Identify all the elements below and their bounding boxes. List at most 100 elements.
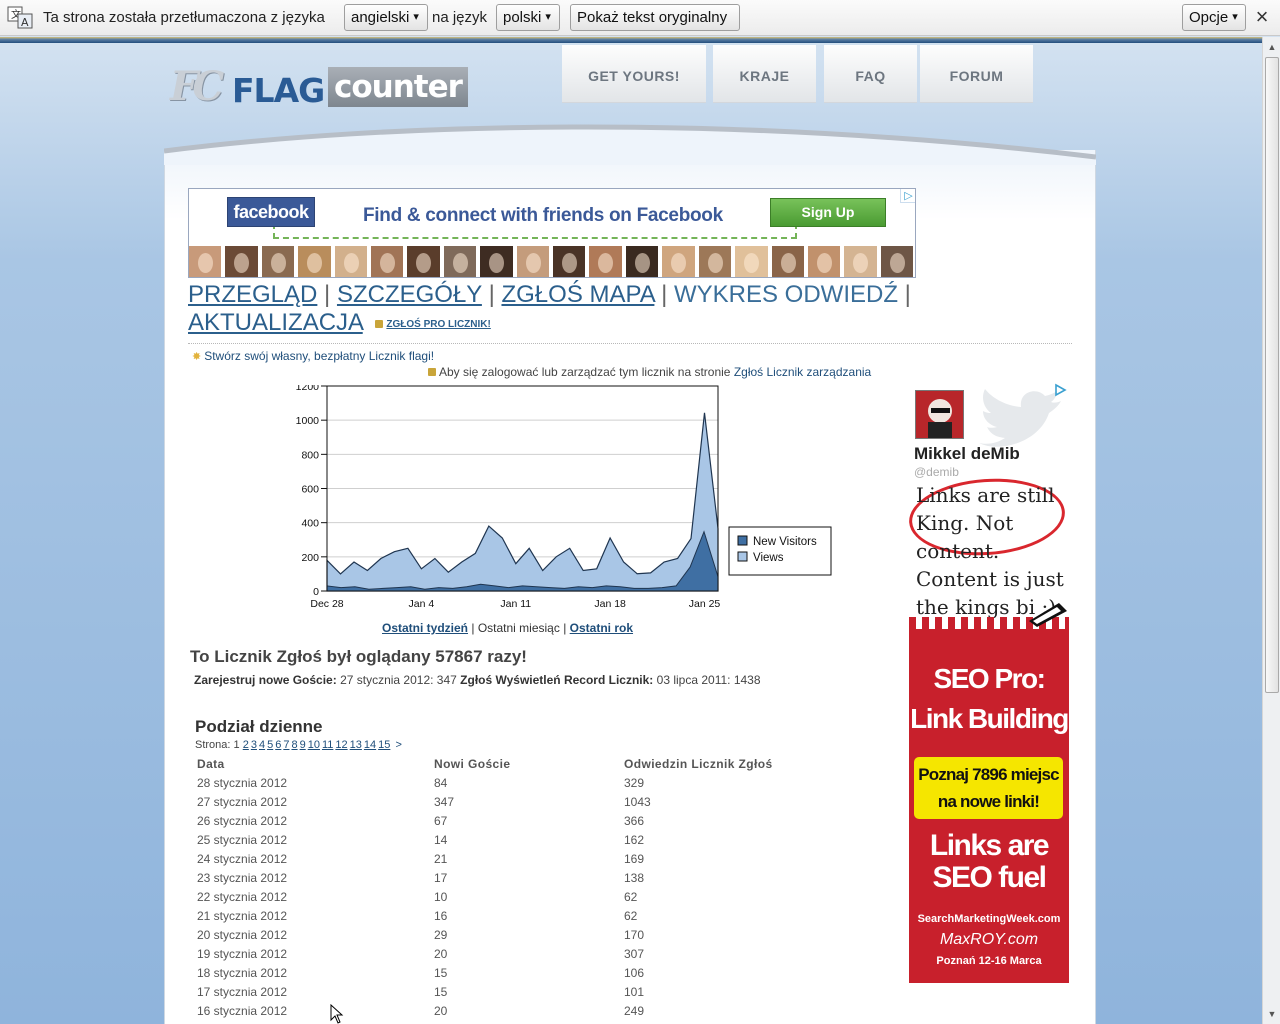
table-row: 26 stycznia 2012 67 366 xyxy=(197,812,877,831)
ad-choices-icon[interactable]: ▷ xyxy=(900,189,915,203)
logo-fc-mark: FC xyxy=(170,63,224,110)
period-separator: | xyxy=(471,621,475,635)
table-row: 17 stycznia 2012 15 101 xyxy=(197,983,877,1002)
cell-views: 169 xyxy=(624,852,645,866)
subnav-zglos-mapa[interactable]: ZGŁOŚ MAPA xyxy=(501,281,654,308)
next-page-link[interactable]: > xyxy=(395,739,401,751)
ad-cta-box[interactable]: Poznaj 7896 miejsc na nowe linki! xyxy=(914,757,1063,819)
record-visitors-value: 27 stycznia 2012: 347 xyxy=(340,673,457,687)
face-photo xyxy=(771,246,804,277)
page-link[interactable]: 2 xyxy=(243,739,249,751)
manage-counter-link[interactable]: Zgłoś Licznik zarządzania xyxy=(734,365,871,379)
subnav-szczegoly[interactable]: SZCZEGÓŁY xyxy=(337,281,482,308)
last-year-link[interactable]: Ostatni rok xyxy=(570,621,633,635)
to-language-select[interactable]: polski xyxy=(496,4,560,31)
cell-new-visitors: 15 xyxy=(434,966,448,980)
nav-faq[interactable]: FAQ xyxy=(824,45,917,103)
x-tick-label: Jan 18 xyxy=(594,598,626,610)
x-tick-label: Jan 25 xyxy=(689,598,721,610)
pagination: Strona: 1 2 3 4 5 6 7 8 9 10 11 12 13 14 15 > xyxy=(195,739,404,751)
subnav-aktualizacja[interactable]: AKTUALIZACJA xyxy=(188,309,363,336)
table-row: 23 stycznia 2012 17 138 xyxy=(197,869,877,888)
page-link[interactable]: 4 xyxy=(259,739,265,751)
x-axis-labels: Dec 28 Jan 4 Jan 11 Jan 18 Jan 25 xyxy=(310,598,720,610)
page-link[interactable]: 9 xyxy=(300,739,306,751)
legend-new-visitors-swatch xyxy=(737,535,748,546)
ad-faces-strip xyxy=(189,246,915,277)
page-link[interactable]: 3 xyxy=(251,739,257,751)
scroll-down-icon[interactable]: ▼ xyxy=(1265,1007,1279,1021)
page-link[interactable]: 12 xyxy=(335,739,347,751)
page-link[interactable]: 14 xyxy=(364,739,376,751)
cell-new-visitors: 20 xyxy=(434,947,448,961)
options-select[interactable]: Opcje xyxy=(1182,4,1246,31)
translate-prefix: Ta strona została przetłumaczona z język… xyxy=(43,9,325,26)
page-link[interactable]: 8 xyxy=(291,739,297,751)
scroll-up-icon[interactable]: ▲ xyxy=(1265,40,1279,54)
page-link[interactable]: 7 xyxy=(283,739,289,751)
ad-links-are: Links are xyxy=(929,829,1050,862)
show-original-button[interactable]: Pokaż tekst oryginalny xyxy=(570,4,740,31)
face-photo xyxy=(880,246,914,277)
logo-flag-text: FLAG xyxy=(232,71,325,110)
scroll-thumb[interactable] xyxy=(1265,57,1279,693)
author-name: Mikkel deMib xyxy=(914,444,1020,463)
create-counter-link[interactable]: Stwórz swój własny, bezpłatny Licznik fl… xyxy=(204,349,434,363)
chart-legend: New Visitors Views xyxy=(728,526,832,576)
cell-views: 1043 xyxy=(624,795,651,809)
author-avatar xyxy=(915,390,964,439)
page-link[interactable]: 5 xyxy=(267,739,273,751)
cell-views: 307 xyxy=(624,947,645,961)
nav-forum[interactable]: FORUM xyxy=(920,45,1033,103)
close-icon[interactable]: × xyxy=(1250,6,1274,30)
record-views-label: Zgłoś Wyświetleń Record Licznik: xyxy=(460,673,654,687)
create-counter-row: ✸ Stwórz swój własny, bezpłatny Licznik f… xyxy=(192,349,434,363)
y-axis-labels: 0 200 400 600 800 1000 1200 xyxy=(296,385,320,598)
face-photo xyxy=(698,246,732,277)
nav-kraje[interactable]: KRAJE xyxy=(713,45,816,103)
cell-new-visitors: 16 xyxy=(434,909,448,923)
cell-new-visitors: 17 xyxy=(434,871,448,885)
nav-get-yours[interactable]: GET YOURS! xyxy=(562,45,706,103)
seo-side-ad[interactable]: Mikkel deMib @demib Links are still King… xyxy=(909,383,1069,983)
page-link[interactable]: 13 xyxy=(350,739,362,751)
visits-chart: 0 200 400 600 800 1000 1200 Dec 28 Jan 4 Jan 11 J… xyxy=(296,385,832,610)
author-handle: @demib xyxy=(914,465,959,479)
subnav-przeglad[interactable]: PRZEGLĄD xyxy=(188,281,317,308)
ad-event-date: Poznań 12-16 Marca xyxy=(936,955,1042,967)
page-link[interactable]: 15 xyxy=(378,739,390,751)
sign-up-button[interactable]: Sign Up xyxy=(770,198,886,227)
cell-new-visitors: 29 xyxy=(434,928,448,942)
subnav-separator: | xyxy=(661,281,668,308)
table-header: Data Nowi Goście Odwiedzin Licznik Zgłoś xyxy=(197,755,877,774)
cell-views: 162 xyxy=(624,833,645,847)
views-total-heading: To Licznik Zgłoś był oglądany 57867 razy… xyxy=(190,647,527,666)
cell-date: 18 stycznia 2012 xyxy=(197,966,288,980)
ad-tagline: Find & connect with friends on Facebook xyxy=(363,205,723,226)
subnav-separator: | xyxy=(324,281,331,308)
face-photo xyxy=(407,246,440,277)
table-row: 20 stycznia 2012 29 170 xyxy=(197,926,877,945)
lock-icon xyxy=(375,320,384,328)
page-link[interactable]: 10 xyxy=(308,739,320,751)
logo-counter-text: counter xyxy=(328,67,468,107)
page-link[interactable]: 6 xyxy=(275,739,281,751)
table-row: 25 stycznia 2012 14 162 xyxy=(197,831,877,850)
legend-views-swatch xyxy=(737,551,748,562)
pro-counter-link[interactable]: ZGŁOŚ PRO LICZNIK! xyxy=(386,319,490,330)
facebook-banner-ad[interactable]: facebook Find & connect with friends on … xyxy=(188,188,916,278)
daily-table: Data Nowi Goście Odwiedzin Licznik Zgłoś… xyxy=(197,755,877,1021)
ad-choices-icon[interactable] xyxy=(1053,383,1067,397)
cell-date: 24 stycznia 2012 xyxy=(197,852,288,866)
legend-views: Views xyxy=(753,552,784,564)
last-week-link[interactable]: Ostatni tydzień xyxy=(382,621,468,635)
table-row: 24 stycznia 2012 21 169 xyxy=(197,850,877,869)
vertical-scrollbar[interactable]: ▲ ▼ xyxy=(1262,37,1280,1024)
subnav-wykres-odwiedz: WYKRES ODWIEDŹ xyxy=(673,281,898,308)
page-link[interactable]: 11 xyxy=(322,739,333,751)
page-links: 2 3 4 5 6 7 8 9 10 11 12 13 14 15 xyxy=(243,739,393,751)
col-date-header: Data xyxy=(197,757,225,771)
from-language-select[interactable]: angielski xyxy=(344,4,428,31)
table-row: 16 stycznia 2012 20 249 xyxy=(197,1002,877,1021)
header-swoosh xyxy=(164,124,1096,165)
